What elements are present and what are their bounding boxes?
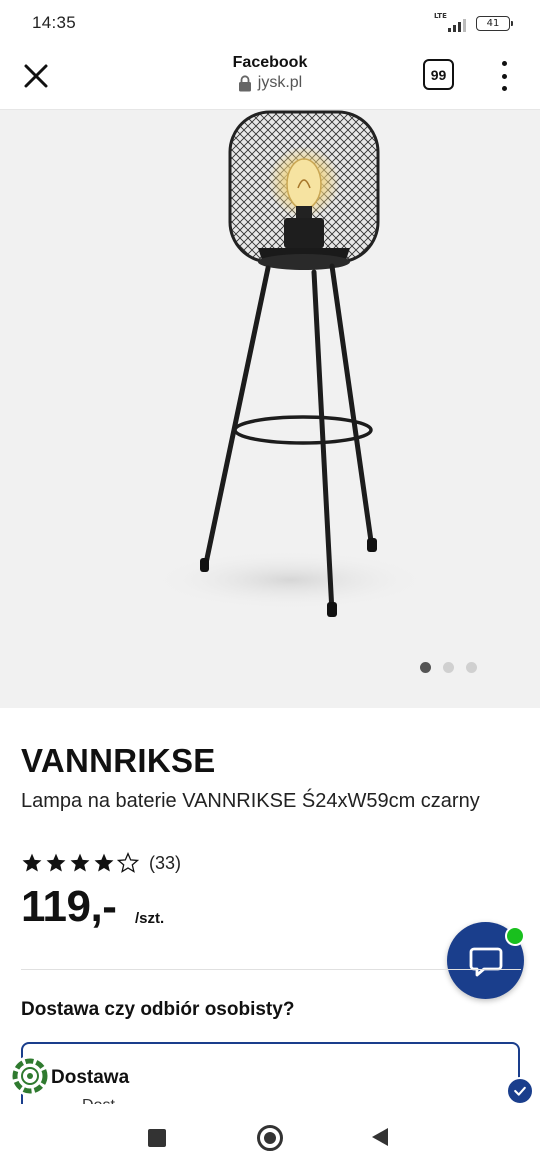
eco-badge-icon	[10, 1056, 50, 1096]
online-status-indicator	[505, 926, 525, 946]
back-icon[interactable]	[372, 1128, 388, 1146]
delivery-heading: Dostawa czy odbiór osobisty?	[21, 999, 295, 1020]
status-time: 14:35	[32, 13, 77, 32]
lock-icon	[238, 74, 251, 91]
divider	[21, 969, 521, 970]
star-filled-icon	[70, 853, 90, 872]
signal-icon: LTE	[434, 12, 466, 32]
star-filled-icon	[46, 853, 66, 872]
chat-bubble-icon	[469, 947, 502, 976]
checkmark-icon	[506, 1077, 534, 1105]
battery-level: 41	[486, 17, 500, 29]
review-count: (33)	[149, 852, 182, 873]
carousel-dot[interactable]	[420, 662, 431, 673]
page-title: Facebook	[232, 54, 308, 71]
browser-toolbar: Facebook jysk.pl 99	[0, 46, 540, 110]
product-name: VANNRIKSE	[21, 742, 216, 779]
tab-switcher-button[interactable]: 99	[423, 59, 454, 90]
price-unit: /szt.	[135, 910, 165, 927]
star-empty-icon	[117, 852, 139, 873]
carousel-indicator	[420, 662, 477, 673]
network-type: LTE	[434, 12, 447, 20]
status-icons: LTE 41	[434, 12, 513, 32]
battery-icon: 41	[476, 15, 513, 31]
product-image-gallery[interactable]	[0, 110, 540, 708]
delivery-option-label: Dostawa	[51, 1067, 130, 1088]
status-bar: 14:35 LTE 41	[0, 0, 540, 46]
tab-count: 99	[430, 66, 447, 83]
product-rating[interactable]: (33)	[21, 852, 181, 874]
close-button[interactable]	[20, 60, 52, 92]
more-vert-icon[interactable]	[496, 58, 512, 94]
carousel-dot[interactable]	[466, 662, 477, 673]
url-row: jysk.pl	[0, 74, 540, 92]
close-icon	[24, 64, 48, 88]
home-icon[interactable]	[257, 1125, 283, 1151]
star-filled-icon	[94, 853, 114, 872]
recent-apps-icon[interactable]	[148, 1129, 166, 1147]
carousel-dot[interactable]	[443, 662, 454, 673]
star-filled-icon	[22, 853, 42, 872]
product-price: 119,-	[21, 882, 117, 931]
product-description: Lampa na baterie VANNRIKSE Ś24xW59cm cza…	[21, 790, 480, 812]
url-domain: jysk.pl	[257, 74, 303, 91]
product-image	[150, 110, 430, 617]
title-block: Facebook jysk.pl	[0, 54, 540, 92]
